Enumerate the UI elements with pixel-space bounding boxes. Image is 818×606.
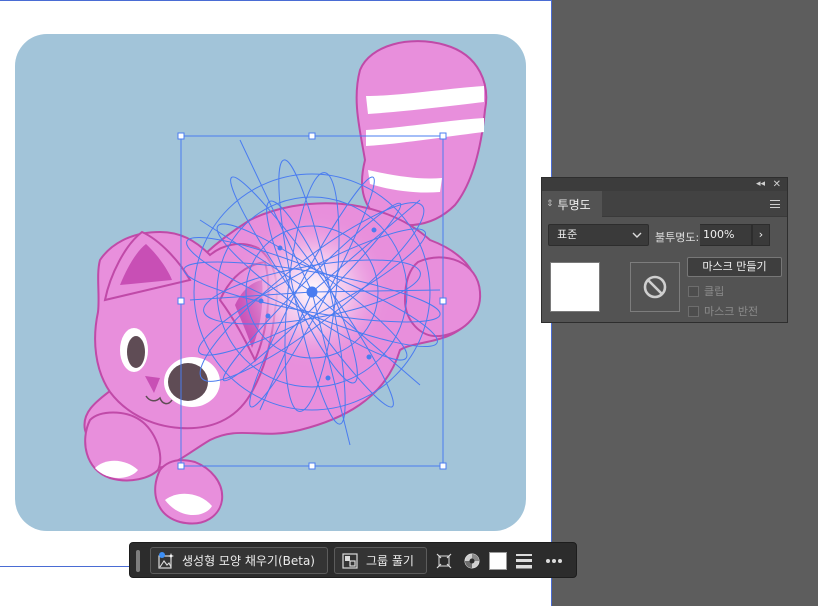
handle-middle-left[interactable] xyxy=(177,297,185,305)
make-mask-button[interactable]: 마스크 만들기 xyxy=(687,257,782,277)
close-panel-icon[interactable]: ✕ xyxy=(773,178,781,191)
object-thumbnail[interactable] xyxy=(550,262,600,312)
clip-option[interactable]: 클립 xyxy=(688,283,724,299)
panel-menu-icon[interactable] xyxy=(770,200,780,208)
opacity-input[interactable]: 100% xyxy=(700,224,752,246)
tab-transparency[interactable]: ⇕ 투명도 xyxy=(542,191,602,217)
blend-mode-value: 표준 xyxy=(557,228,578,241)
tab-transparency-label: 투명도 xyxy=(557,197,591,212)
handle-top-right[interactable] xyxy=(439,132,447,140)
ungroup-label: 그룹 풀기 xyxy=(366,554,414,568)
collapse-panel-icon[interactable]: ◂◂ xyxy=(756,178,765,191)
invert-mask-option[interactable]: 마스크 반전 xyxy=(688,303,758,319)
clip-label: 클립 xyxy=(704,285,725,298)
more-icon[interactable] xyxy=(543,550,565,572)
artboard[interactable] xyxy=(0,0,552,606)
transparency-panel: ◂◂ ✕ ⇕ 투명도 표준 불투명도: 100% › 마스크 만들기 클립 마스… xyxy=(541,177,788,323)
no-mask-icon xyxy=(643,275,667,299)
recolor-icon[interactable] xyxy=(461,550,483,572)
invert-mask-checkbox[interactable] xyxy=(688,305,699,317)
artwork-canvas[interactable] xyxy=(0,0,552,606)
panel-tabbar: ⇕ 투명도 xyxy=(542,191,787,217)
clip-checkbox[interactable] xyxy=(688,285,699,297)
transform-icon[interactable] xyxy=(433,550,455,572)
artboard-edge xyxy=(0,0,552,1)
invert-mask-label: 마스크 반전 xyxy=(704,305,759,318)
stroke-lines-icon[interactable] xyxy=(513,550,535,572)
handle-bottom-right[interactable] xyxy=(439,462,447,470)
generative-fill-icon xyxy=(157,551,175,570)
handle-bottom-left[interactable] xyxy=(177,462,185,470)
handle-middle-right[interactable] xyxy=(439,297,447,305)
handle-top-middle[interactable] xyxy=(308,132,316,140)
handle-top-left[interactable] xyxy=(177,132,185,140)
generative-shape-fill-label: 생성형 모양 채우기(Beta) xyxy=(182,554,315,568)
tab-toggle-arrows-icon[interactable]: ⇕ xyxy=(546,199,554,209)
fill-swatch-icon[interactable] xyxy=(487,550,509,572)
mask-thumbnail xyxy=(630,262,680,312)
opacity-label: 불투명도: xyxy=(655,231,700,244)
opacity-slider-toggle[interactable]: › xyxy=(752,224,770,246)
blend-mode-select[interactable]: 표준 xyxy=(548,224,649,246)
chevron-down-icon xyxy=(632,225,642,253)
contextual-task-bar: 생성형 모양 채우기(Beta) 그룹 풀기 xyxy=(129,542,577,578)
generative-shape-fill-button[interactable]: 생성형 모양 채우기(Beta) xyxy=(150,547,328,574)
panel-titlebar[interactable]: ◂◂ ✕ xyxy=(542,178,787,191)
ungroup-icon xyxy=(341,552,359,570)
drag-handle[interactable] xyxy=(136,550,140,572)
handle-bottom-middle[interactable] xyxy=(308,462,316,470)
ungroup-button[interactable]: 그룹 풀기 xyxy=(334,547,427,574)
